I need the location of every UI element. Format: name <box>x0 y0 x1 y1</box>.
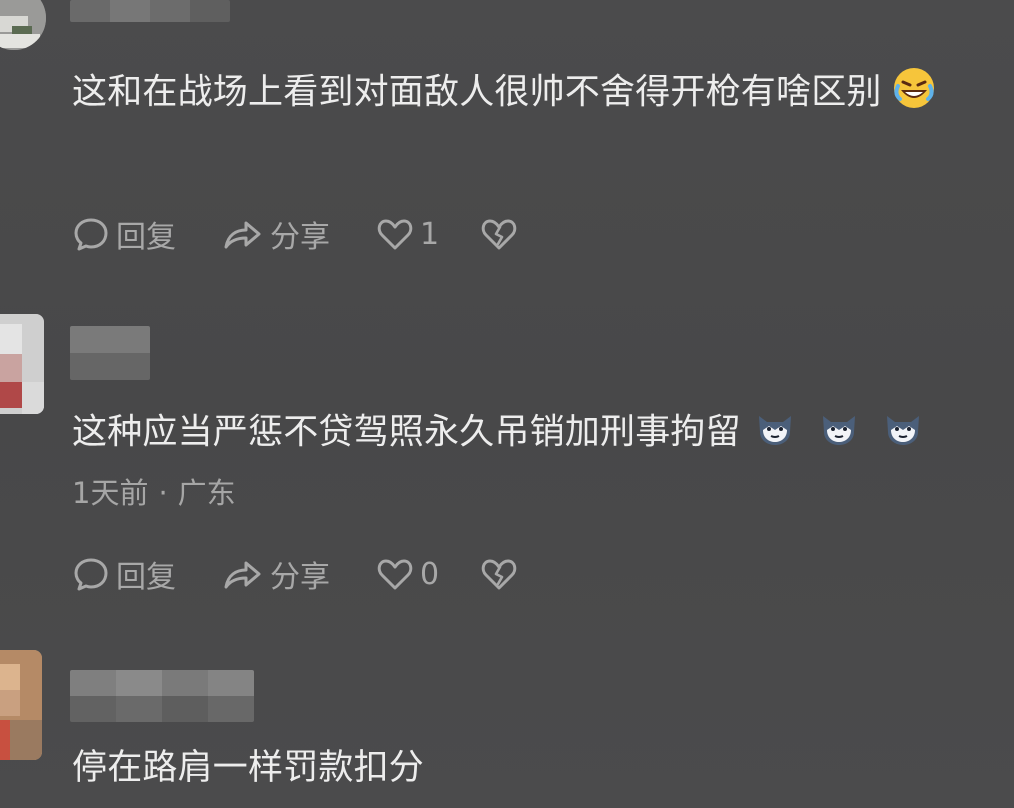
reply-button[interactable]: 回复 <box>72 212 220 256</box>
username-blurred[interactable] <box>70 670 254 722</box>
like-count: 1 <box>420 216 440 252</box>
like-button[interactable]: 0 <box>376 556 480 592</box>
broken-heart-icon <box>481 219 517 250</box>
like-button[interactable]: 1 <box>376 216 480 252</box>
share-label: 分享 <box>270 220 330 255</box>
cat-face-emoji <box>755 408 795 459</box>
comment-text: 停在路肩一样罚款扣分 <box>72 746 424 790</box>
heart-outline-icon <box>377 219 413 250</box>
comment-item: 这和在战场上看到对面敌人很帅不舍得开枪有啥区别 回复 分享 1 <box>0 0 1014 300</box>
share-button[interactable]: 分享 <box>220 552 376 596</box>
dislike-button[interactable] <box>480 216 530 252</box>
share-button[interactable]: 分享 <box>220 212 376 256</box>
comment-body: 停在路肩一样罚款扣分 <box>72 748 425 788</box>
like-count: 0 <box>420 556 440 592</box>
username-blurred[interactable] <box>70 326 150 380</box>
avatar[interactable] <box>0 650 42 760</box>
reply-label: 回复 <box>116 220 176 255</box>
comment-text: 这种应当严惩不贷驾照永久吊销加刑事拘留 <box>72 408 923 459</box>
username-blurred[interactable] <box>70 0 230 22</box>
share-arrow-icon <box>224 221 261 249</box>
meta-separator: · <box>158 476 168 510</box>
comment-item: 这种应当严惩不贷驾照永久吊销加刑事拘留 1天前 · 广东 回复 分享 0 <box>0 300 1014 640</box>
speech-bubble-icon <box>74 218 108 251</box>
dislike-button[interactable] <box>480 556 530 592</box>
comment-actions: 回复 分享 1 <box>72 212 530 256</box>
comment-body: 这种应当严惩不贷驾照永久吊销加刑事拘留 <box>72 412 741 453</box>
comment-list: 这和在战场上看到对面敌人很帅不舍得开枪有啥区别 回复 分享 1 这种应当严惩不贷… <box>0 0 1014 808</box>
rofl-emoji <box>892 66 936 121</box>
comment-actions: 回复 分享 0 <box>72 552 530 596</box>
speech-bubble-icon <box>74 558 108 591</box>
reply-button[interactable]: 回复 <box>72 552 220 596</box>
comment-location: 广东 <box>177 476 236 510</box>
avatar[interactable] <box>0 314 44 414</box>
comment-body: 这和在战场上看到对面敌人很帅不舍得开枪有啥区别 <box>72 72 882 113</box>
comment-text: 这和在战场上看到对面敌人很帅不舍得开枪有啥区别 <box>72 66 936 121</box>
heart-outline-icon <box>377 559 413 590</box>
comment-time: 1天前 <box>72 476 149 510</box>
reply-label: 回复 <box>116 560 176 595</box>
cat-face-emoji <box>883 408 923 459</box>
share-label: 分享 <box>270 560 330 595</box>
comment-item: 停在路肩一样罚款扣分 <box>0 640 1014 808</box>
broken-heart-icon <box>481 559 517 590</box>
cat-face-emoji <box>819 408 859 459</box>
avatar[interactable] <box>0 0 46 50</box>
comment-meta: 1天前 · 广东 <box>72 470 236 512</box>
share-arrow-icon <box>224 561 261 589</box>
